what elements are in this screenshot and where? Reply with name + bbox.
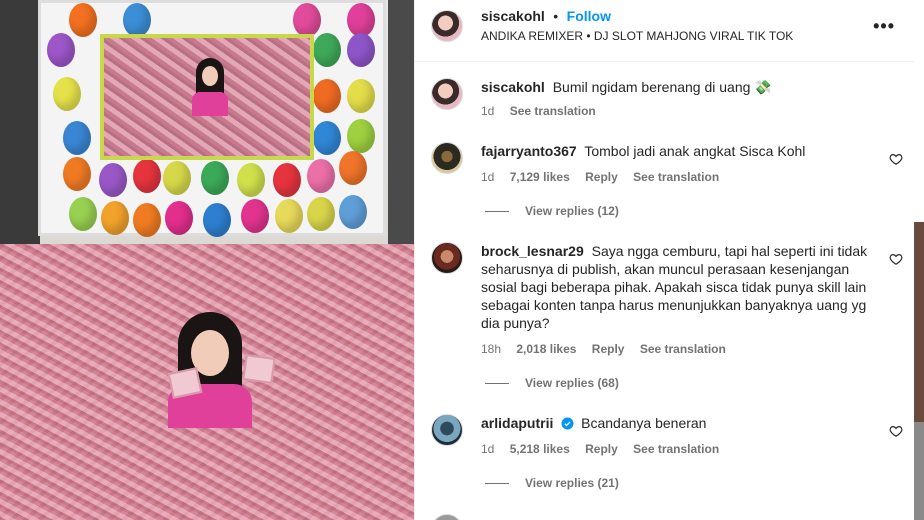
comment-meta: 1d 7,129 likes Reply See translation: [481, 170, 731, 184]
post-header: siscakohl • Follow ANDIKA REMIXER • DJ S…: [415, 0, 915, 62]
comment-username[interactable]: brock_lesnar29: [481, 243, 584, 259]
comment-body: brock_lesnar29 Saya ngga cemburu, tapi h…: [481, 242, 871, 332]
commenter-avatar[interactable]: [431, 142, 463, 174]
balloon-yellow: [347, 79, 375, 113]
balloon-blue: [123, 3, 151, 37]
cash-stack-right: [242, 354, 276, 384]
separator-dot: •: [553, 8, 559, 24]
balloon-blue: [313, 121, 341, 155]
comment-reply-button[interactable]: Reply: [592, 342, 625, 356]
comment-username[interactable]: fajarryanto367: [481, 143, 577, 159]
balloon-green: [313, 33, 341, 67]
post-image[interactable]: [0, 0, 414, 520]
view-replies-label[interactable]: View replies (68): [525, 376, 619, 390]
photo-dark-pillar-left: [0, 0, 40, 250]
replies-divider-line: [485, 483, 509, 485]
view-replies-label[interactable]: View replies (12): [525, 204, 619, 218]
like-heart-icon[interactable]: [889, 252, 903, 266]
comment-reply-button[interactable]: Reply: [585, 442, 618, 456]
balloon-purple: [99, 163, 127, 197]
view-replies-button[interactable]: View replies (21): [485, 476, 619, 490]
balloon-lime: [347, 119, 375, 153]
follow-button[interactable]: Follow: [567, 8, 611, 24]
view-replies-button[interactable]: View replies (68): [485, 376, 619, 390]
commenter-avatar[interactable]: [431, 242, 463, 274]
comment-meta: 1d 5,218 likes Reply See translation: [481, 442, 731, 456]
like-heart-icon[interactable]: [889, 424, 903, 438]
balloon-yellow: [237, 163, 265, 197]
balloon-orange: [313, 79, 341, 113]
balloon-yellow: [307, 197, 335, 231]
adjacent-post-edge-blank: [914, 0, 924, 222]
audio-track-link[interactable]: ANDIKA REMIXER • DJ SLOT MAHJONG VIRAL T…: [481, 29, 793, 43]
replies-divider-line: [485, 211, 509, 213]
post-details-panel: siscakohl • Follow ANDIKA REMIXER • DJ S…: [414, 0, 915, 520]
comment-likes[interactable]: 5,218 likes: [510, 442, 570, 456]
caption-username[interactable]: siscakohl: [481, 79, 545, 95]
comment-likes[interactable]: 7,129 likes: [510, 170, 570, 184]
view-replies-button[interactable]: View replies (12): [485, 204, 619, 218]
author-line: siscakohl • Follow: [481, 8, 611, 26]
like-heart-icon[interactable]: [889, 152, 903, 166]
replies-divider-line: [485, 383, 509, 385]
adjacent-post-edge: [914, 0, 924, 520]
comment-likes[interactable]: 2,018 likes: [516, 342, 576, 356]
comment-see-translation[interactable]: See translation: [633, 442, 719, 456]
balloon-pink: [293, 3, 321, 37]
comment-see-translation[interactable]: See translation: [633, 170, 719, 184]
balloon-pink: [307, 159, 335, 193]
balloon-green: [201, 161, 229, 195]
balloon-magenta: [165, 201, 193, 235]
author-avatar[interactable]: [431, 10, 463, 42]
caption-see-translation[interactable]: See translation: [510, 104, 596, 118]
balloon-purple: [347, 33, 375, 67]
balloon-lime: [69, 197, 97, 231]
balloon-blue: [339, 195, 367, 229]
balloon-red: [133, 159, 161, 193]
comment-see-translation[interactable]: See translation: [640, 342, 726, 356]
commenter-avatar[interactable]: [431, 514, 463, 520]
comment-text: Bcandanya beneran: [581, 415, 707, 431]
comment-time[interactable]: 1d: [481, 170, 494, 184]
balloon-yellow: [163, 161, 191, 195]
more-options-icon[interactable]: •••: [873, 16, 895, 37]
commenter-avatar[interactable]: [431, 414, 463, 446]
comment-username[interactable]: arlidaputrii: [481, 415, 553, 431]
comment-time[interactable]: 1d: [481, 442, 494, 456]
balloon-yellow: [53, 77, 81, 111]
comment-time[interactable]: 18h: [481, 342, 501, 356]
balloon-magenta: [241, 199, 269, 233]
balloon-purple: [47, 33, 75, 67]
author-username[interactable]: siscakohl: [481, 8, 545, 24]
caption-text: Bumil ngidam berenang di uang 💸: [552, 79, 772, 95]
comment-body: arlidaputrii Bcandanya beneran: [481, 414, 871, 432]
balloon-red: [273, 163, 301, 197]
balloon-blue: [63, 121, 91, 155]
adjacent-post-thumbnail[interactable]: [914, 222, 924, 422]
photo-wall-backdrop: [0, 0, 414, 250]
balloon-orange: [69, 3, 97, 37]
balloon-pink: [347, 3, 375, 37]
comment-reply-button[interactable]: Reply: [585, 170, 618, 184]
caption-meta: 1d See translation: [481, 104, 608, 118]
framed-person: [190, 58, 230, 118]
caption-author-avatar[interactable]: [431, 78, 463, 110]
comment-body: fajarryanto367 Tombol jadi anak angkat S…: [481, 142, 871, 160]
balloon-blue: [203, 203, 231, 237]
caption-time[interactable]: 1d: [481, 104, 494, 118]
caption-body: siscakohl Bumil ngidam berenang di uang …: [481, 78, 871, 96]
comment-meta: 18h 2,018 likes Reply See translation: [481, 342, 738, 356]
balloon-orange: [63, 157, 91, 191]
balloon-orange: [101, 201, 129, 235]
photo-dark-pillar-right: [388, 0, 414, 250]
view-replies-label[interactable]: View replies (21): [525, 476, 619, 490]
balloon-yellow: [275, 199, 303, 233]
verified-badge-icon: [561, 417, 574, 430]
balloon-orange: [339, 151, 367, 185]
comment-text: Tombol jadi anak angkat Sisca Kohl: [584, 143, 806, 159]
balloon-orange: [133, 203, 161, 237]
